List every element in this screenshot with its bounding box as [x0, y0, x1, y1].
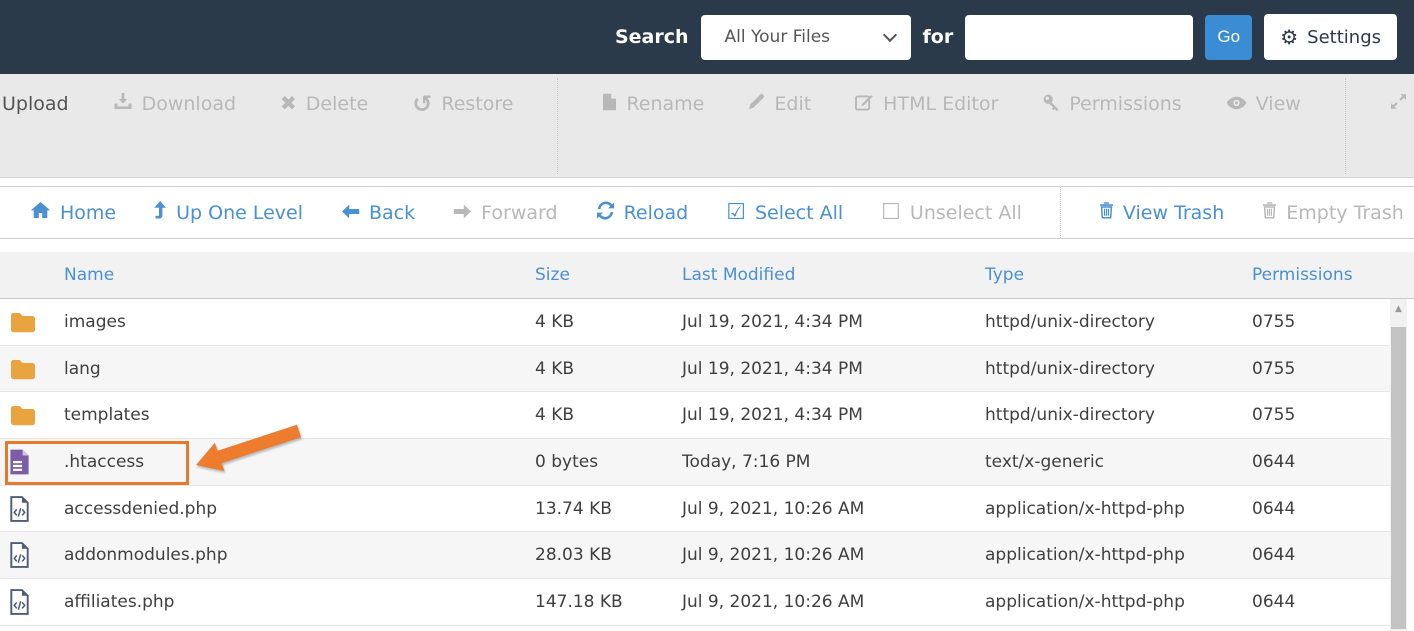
- gear-icon: ⚙: [1280, 25, 1299, 49]
- nav-item-select-all[interactable]: ☑ Select All: [726, 199, 843, 225]
- toolbar-item-rename[interactable]: Rename: [602, 87, 704, 121]
- column-header-type[interactable]: Type: [985, 265, 1250, 285]
- nav-item-unselect-all[interactable]: ☐ Unselect All: [881, 199, 1022, 225]
- permissions-icon: [1042, 93, 1060, 116]
- toolbar-item-permissions[interactable]: Permissions: [1042, 87, 1182, 121]
- table-row-accessdenied-php[interactable]: accessdenied.php 13.74 KB Jul 9, 2021, 1…: [0, 485, 1390, 533]
- navigation-toolbar: Home Up One Level Back Forward Reload ☑ …: [0, 186, 1414, 239]
- trash-icon: [1262, 201, 1277, 224]
- toolbar-item-restore[interactable]: ↺ Restore: [412, 87, 513, 121]
- php-file-icon: [0, 495, 64, 522]
- search-scope-select[interactable]: All Your Files: [700, 14, 911, 60]
- top-search-bar: Search All Your Files for Go ⚙ Settings: [0, 0, 1414, 74]
- folder-icon: [0, 358, 64, 380]
- php-file-icon: [0, 542, 64, 569]
- spacer: [0, 239, 1414, 252]
- nav-item-back[interactable]: Back: [341, 202, 415, 224]
- search-label: Search: [614, 26, 689, 48]
- back-arrow-icon: [341, 202, 360, 224]
- file-manager: Search All Your Files for Go ⚙ Settings …: [0, 0, 1414, 631]
- divider: [1059, 187, 1061, 238]
- column-header-size[interactable]: Size: [520, 265, 680, 285]
- toolbar-item-extract[interactable]: Extract: [1390, 87, 1414, 121]
- unselect-all-icon: ☐: [881, 199, 901, 225]
- nav-item-view-trash[interactable]: View Trash: [1099, 201, 1224, 224]
- table-row-htaccess[interactable]: .htaccess 0 bytes Today, 7:16 PM text/x-…: [0, 439, 1390, 486]
- toolbar-item-html-editor[interactable]: HTML Editor: [855, 87, 998, 121]
- toolbar-item-view[interactable]: View: [1226, 87, 1301, 121]
- nav-item-reload[interactable]: Reload: [596, 200, 688, 225]
- chevron-down-icon: [882, 27, 897, 42]
- html-editor-icon: [855, 93, 874, 116]
- vertical-scrollbar[interactable]: ▲: [1390, 299, 1407, 631]
- settings-button[interactable]: ⚙ Settings: [1264, 14, 1397, 60]
- column-header-permissions[interactable]: Permissions: [1250, 265, 1414, 285]
- file-action-toolbar: Upload Download ✖ Delete ↺ Restore Renam…: [0, 74, 1414, 178]
- text-file-icon: [0, 449, 64, 475]
- table-row-lang[interactable]: lang 4 KB Jul 19, 2021, 4:34 PM httpd/un…: [0, 345, 1390, 393]
- view-icon: [1226, 93, 1247, 115]
- extract-icon: [1390, 93, 1407, 115]
- table-row-templates[interactable]: templates 4 KB Jul 19, 2021, 4:34 PM htt…: [0, 392, 1390, 440]
- nav-item-up-one-level[interactable]: Up One Level: [154, 200, 303, 225]
- toolbar-item-download[interactable]: Download: [113, 87, 236, 121]
- folder-icon: [0, 311, 64, 333]
- scroll-up-button[interactable]: ▲: [1390, 299, 1407, 318]
- table-header: Name Size Last Modified Type Permissions: [0, 252, 1414, 299]
- column-header-name[interactable]: Name: [64, 265, 520, 285]
- table-row-addonmodules-php[interactable]: addonmodules.php 28.03 KB Jul 9, 2021, 1…: [0, 532, 1390, 580]
- for-label: for: [922, 26, 954, 48]
- settings-label: Settings: [1307, 26, 1381, 48]
- home-icon: [30, 201, 51, 224]
- edit-icon: [748, 93, 765, 115]
- restore-icon: ↺: [412, 89, 433, 118]
- file-list: images 4 KB Jul 19, 2021, 4:34 PM httpd/…: [0, 299, 1414, 626]
- divider: [557, 78, 559, 174]
- divider: [1344, 78, 1346, 174]
- select-all-icon: ☑: [726, 199, 746, 225]
- go-button[interactable]: Go: [1205, 14, 1253, 60]
- toolbar-item-edit[interactable]: Edit: [748, 87, 811, 121]
- nav-item-empty-trash[interactable]: Empty Trash: [1262, 201, 1404, 224]
- trash-icon: [1099, 201, 1114, 224]
- search-scope-value: All Your Files: [724, 27, 831, 47]
- download-icon: [113, 92, 133, 116]
- spacer: [0, 178, 1414, 186]
- toolbar-item-delete[interactable]: ✖ Delete: [280, 87, 368, 121]
- nav-item-forward[interactable]: Forward: [453, 202, 558, 224]
- php-file-icon: [0, 589, 64, 615]
- nav-item-home[interactable]: Home: [30, 201, 116, 224]
- table-row-images[interactable]: images 4 KB Jul 19, 2021, 4:34 PM httpd/…: [0, 299, 1390, 346]
- table-row-affiliates-php[interactable]: affiliates.php 147.18 KB Jul 9, 2021, 10…: [0, 579, 1390, 626]
- forward-arrow-icon: [453, 202, 472, 224]
- delete-icon: ✖: [280, 91, 297, 115]
- search-input[interactable]: [965, 14, 1194, 60]
- scrollbar-thumb[interactable]: [1391, 327, 1406, 629]
- rename-icon: [602, 93, 617, 116]
- up-one-level-icon: [154, 200, 167, 225]
- column-header-last-modified[interactable]: Last Modified: [680, 265, 985, 285]
- toolbar-item-upload[interactable]: Upload: [2, 87, 69, 121]
- folder-icon: [0, 404, 64, 426]
- reload-icon: [596, 200, 615, 225]
